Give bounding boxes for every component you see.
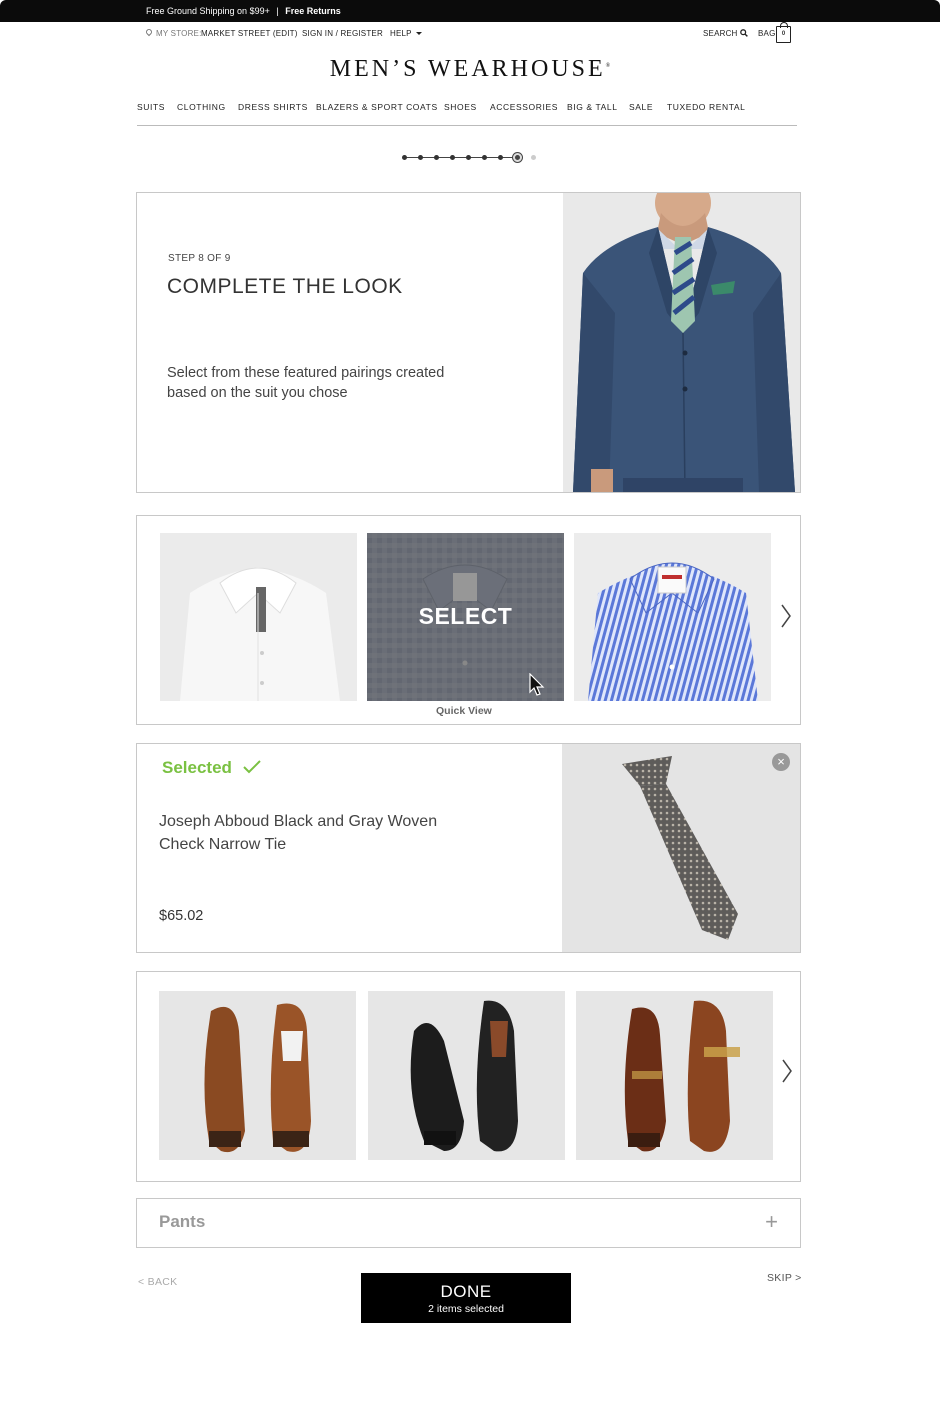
store-name-link[interactable]: MARKET STREET (EDIT): [201, 29, 298, 38]
bag-label[interactable]: BAG: [758, 29, 776, 38]
quick-view-link[interactable]: Quick View: [436, 705, 492, 717]
skip-link[interactable]: SKIP >: [767, 1272, 802, 1284]
step-dot[interactable]: [418, 155, 423, 160]
product-card-white-shirt[interactable]: [160, 533, 357, 701]
store-prefix: MY STORE:: [156, 29, 202, 38]
product-name: Joseph Abboud Black and Gray Woven Check…: [159, 813, 438, 853]
nav-item-clothing[interactable]: CLOTHING: [177, 102, 226, 112]
remove-item-button[interactable]: ×: [772, 753, 790, 771]
nav-item-big-tall[interactable]: BIG & TALL: [567, 102, 618, 112]
chevron-right-icon[interactable]: [780, 1058, 794, 1084]
search-label: SEARCH: [703, 29, 738, 38]
nav-item-tuxedo-rental[interactable]: TUXEDO RENTAL: [667, 102, 746, 112]
brand-logo[interactable]: MEN’S WEARHOUSE®: [0, 56, 940, 83]
step-description: Select from these featured pairings crea…: [167, 365, 445, 401]
bag-count: 0: [781, 31, 786, 37]
bag-icon[interactable]: 0: [776, 22, 791, 43]
nav-item-shoes[interactable]: SHOES: [444, 102, 477, 112]
pants-accordion[interactable]: Pants +: [136, 1198, 801, 1248]
nav-item-sale[interactable]: SALE: [629, 102, 653, 112]
product-price: $65.02: [159, 908, 204, 924]
done-label: DONE: [440, 1282, 492, 1301]
promo-separator: |: [276, 6, 279, 16]
checkmark-icon: [243, 760, 261, 774]
step-dot-future: [531, 155, 536, 160]
step-intro-panel: STEP 8 OF 9 COMPLETE THE LOOK Select fro…: [136, 192, 801, 493]
selected-label: Selected: [162, 758, 232, 777]
product-card-gray-check-shirt[interactable]: SELECT: [367, 533, 564, 701]
mouse-cursor-icon: [529, 673, 545, 696]
chevron-down-icon: [415, 32, 422, 36]
utility-bar: MY STORE: MARKET STREET (EDIT) SIGN IN /…: [0, 27, 940, 43]
tie-product-image: ×: [562, 744, 800, 952]
done-button[interactable]: DONE 2 items selected: [361, 1273, 571, 1323]
pants-label: Pants: [159, 1212, 206, 1231]
nav-item-suits[interactable]: SUITS: [137, 102, 165, 112]
shoe-carousel: [136, 971, 801, 1182]
chevron-right-icon[interactable]: [779, 603, 793, 629]
logo-text: MEN’S WEARHOUSE: [329, 56, 606, 82]
location-pin-icon: [144, 27, 154, 37]
plus-icon[interactable]: +: [765, 1209, 778, 1235]
product-card-black-lace-up-shoes[interactable]: [368, 991, 565, 1160]
logo-reg: ®: [605, 63, 611, 69]
promo-bar: Free Ground Shipping on $99+ | Free Retu…: [0, 0, 940, 22]
step-dot[interactable]: [402, 155, 407, 160]
help-label: HELP: [390, 29, 412, 38]
items-selected-count: 2 items selected: [428, 1303, 504, 1315]
help-menu[interactable]: HELP: [390, 29, 422, 38]
promo-shipping: Free Ground Shipping on $99+: [146, 6, 270, 16]
sign-in-link[interactable]: SIGN IN / REGISTER: [302, 29, 383, 38]
search-link[interactable]: SEARCH: [703, 29, 748, 38]
main-nav: SUITS CLOTHING DRESS SHIRTS BLAZERS & SP…: [137, 102, 797, 126]
step-dot[interactable]: [498, 155, 503, 160]
back-link[interactable]: < BACK: [138, 1276, 177, 1288]
my-store-link[interactable]: MY STORE:: [144, 27, 202, 38]
step-dot[interactable]: [466, 155, 471, 160]
product-card-brown-monk-strap-shoes[interactable]: [576, 991, 773, 1160]
step-dot[interactable]: [482, 155, 487, 160]
step-dot[interactable]: [434, 155, 439, 160]
step-counter: STEP 8 OF 9: [168, 253, 231, 264]
shirt-carousel: SELECT Quick View: [136, 515, 801, 725]
selected-item-panel: Selected Joseph Abboud Black and Gray Wo…: [136, 743, 801, 953]
nav-item-dress-shirts[interactable]: DRESS SHIRTS: [238, 102, 308, 112]
step-dot-current: [513, 153, 522, 162]
page-title: COMPLETE THE LOOK: [167, 275, 403, 298]
nav-item-blazers[interactable]: BLAZERS & SPORT COATS: [316, 102, 438, 112]
select-button[interactable]: SELECT: [367, 603, 564, 630]
product-card-blue-stripe-shirt[interactable]: [574, 533, 771, 701]
step-dot[interactable]: [450, 155, 455, 160]
product-card-brown-oxford-shoes[interactable]: [159, 991, 356, 1160]
promo-returns[interactable]: Free Returns: [285, 6, 341, 16]
nav-item-accessories[interactable]: ACCESSORIES: [490, 102, 558, 112]
suit-model-image: [563, 193, 800, 492]
search-icon: [740, 29, 748, 37]
